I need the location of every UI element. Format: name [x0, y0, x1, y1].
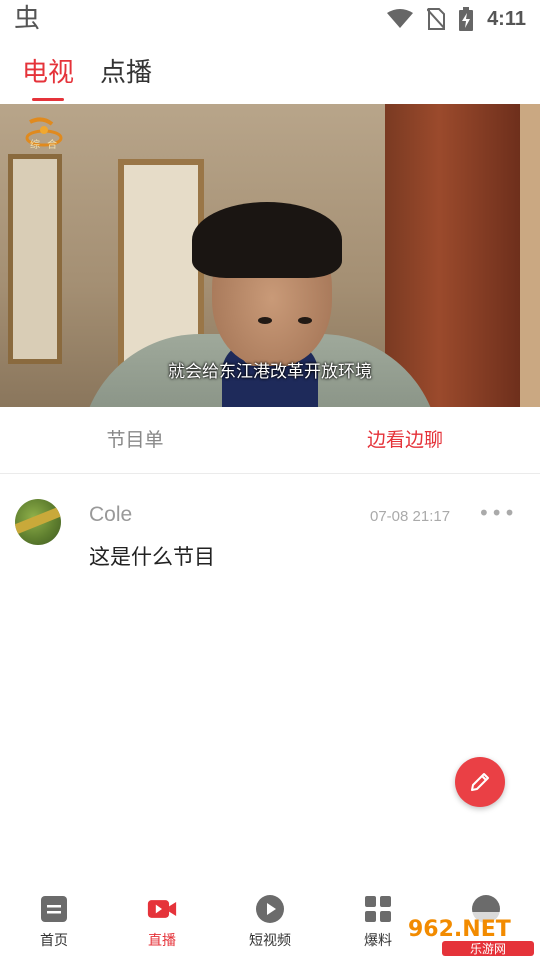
tab-tv[interactable]: 电视	[22, 52, 74, 101]
clock: 4:11	[487, 7, 526, 30]
watermark-text: 962.NET	[408, 917, 511, 942]
channel-logo-text: 综 合	[30, 140, 60, 151]
top-tabs: 电视 点播	[22, 52, 152, 101]
nav-live[interactable]: 直播	[122, 894, 202, 950]
home-icon	[41, 896, 67, 922]
app-notification-icon: 虫	[14, 4, 41, 34]
nav-label: 直播	[148, 933, 176, 949]
tab-program-list[interactable]: 节目单	[0, 407, 270, 473]
video-subtitle: 就会给东江港改革开放环境	[168, 362, 372, 382]
more-options-icon[interactable]: •••	[478, 501, 516, 525]
nav-short-video[interactable]: 短视频	[230, 894, 310, 950]
video-person-eye	[298, 317, 312, 324]
pencil-icon	[471, 773, 489, 791]
tab-vod[interactable]: 点播	[100, 52, 152, 101]
grid-icon	[365, 896, 391, 922]
avatar[interactable]	[15, 499, 61, 545]
write-comment-button[interactable]	[455, 757, 505, 807]
comment-timestamp: 07-08 21:17	[370, 508, 451, 525]
play-icon	[256, 895, 284, 923]
watermark-logo: 962.NET 乐游网	[402, 912, 538, 958]
video-player[interactable]: 综 合 就会给东江港改革开放环境	[0, 104, 540, 407]
status-bar: 虫 4:11	[0, 0, 540, 38]
comment-text: 这是什么节目	[89, 545, 215, 569]
video-camera-icon	[147, 900, 177, 918]
comment-item: Cole 07-08 21:17 ••• 这是什么节目	[0, 495, 540, 585]
battery-charging-icon	[459, 7, 474, 31]
video-person-eye	[258, 317, 272, 324]
video-painting-left	[8, 154, 62, 364]
comment-username[interactable]: Cole	[89, 503, 132, 527]
wifi-icon	[387, 9, 414, 28]
tab-watch-chat[interactable]: 边看边聊	[270, 407, 540, 473]
nav-label: 首页	[40, 933, 68, 949]
watermark-subtext: 乐游网	[470, 942, 506, 956]
sub-tabs: 节目单 边看边聊	[0, 407, 540, 474]
no-sim-icon	[427, 8, 446, 30]
status-icons: 4:11	[387, 0, 526, 38]
nav-home[interactable]: 首页	[14, 894, 94, 950]
nav-label: 短视频	[249, 933, 291, 949]
video-person-hair	[192, 202, 342, 278]
